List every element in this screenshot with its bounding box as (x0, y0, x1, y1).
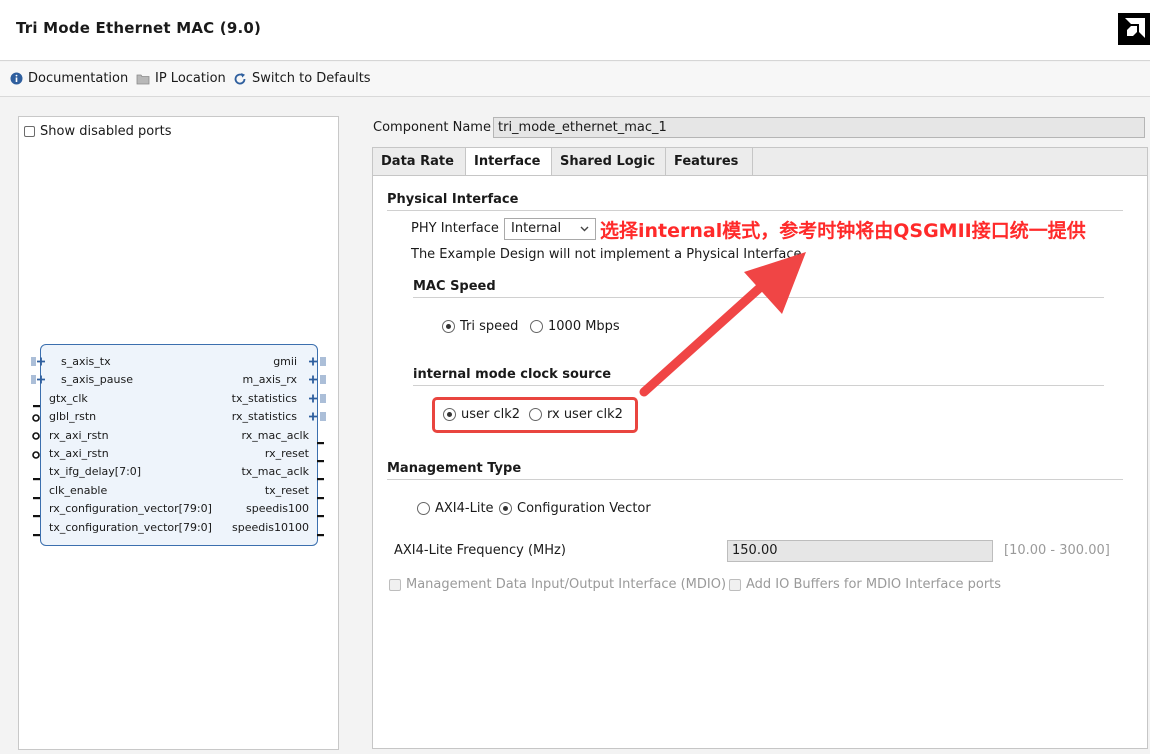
pin-line[interactable] (317, 452, 325, 467)
divider (387, 479, 1123, 480)
tab-bar: Data Rate Interface Shared Logic Feature… (372, 147, 1148, 176)
configuration-vector-label: Configuration Vector (517, 501, 651, 516)
tab-features[interactable]: Features (666, 148, 753, 175)
clock-source-title: internal mode clock source (413, 367, 612, 382)
radio-axi4-lite[interactable]: AXI4-Lite (417, 501, 494, 516)
title-bar: Tri Mode Ethernet MAC (9.0) (0, 0, 1150, 61)
bus-pin-icon[interactable] (307, 355, 329, 372)
mdio-label: Management Data Input/Output Interface (… (406, 577, 727, 592)
port-speedis100: speedis100 (245, 502, 309, 516)
documentation-label: Documentation (28, 71, 129, 86)
pin-line[interactable] (317, 526, 325, 541)
ip-block-symbol: s_axis_tx s_axis_pause gtx_clk glbl_rstn rx_… (30, 344, 326, 546)
inverted-pin-icon[interactable] (32, 430, 42, 445)
ip-location-label: IP Location (155, 71, 226, 86)
pin-line[interactable] (33, 526, 41, 541)
mdio-checkbox[interactable]: Management Data Input/Output Interface (… (389, 577, 726, 592)
tri-speed-label: Tri speed (460, 319, 519, 334)
port-tx-configuration-vector: tx_configuration_vector[79:0] (49, 520, 212, 534)
documentation-button[interactable]: Documentation (10, 71, 128, 86)
pin-line[interactable] (33, 397, 41, 412)
port-s-axis-pause: s_axis_pause (61, 373, 133, 387)
port-tx-statistics: tx_statistics (231, 391, 297, 405)
component-name-input[interactable]: tri_mode_ethernet_mac_1 (493, 117, 1145, 138)
toolbar: Documentation IP Location Switch to Defa… (0, 62, 1150, 97)
phy-interface-label: PHY Interface (411, 221, 499, 236)
pin-line[interactable] (317, 507, 325, 522)
checkbox-box[interactable] (389, 578, 401, 591)
port-m-axis-rx: m_axis_rx (242, 373, 298, 387)
refresh-icon (234, 72, 246, 84)
port-tx-ifg-delay: tx_ifg_delay[7:0] (49, 465, 142, 479)
port-gtx-clk: gtx_clk (49, 391, 88, 405)
chevron-down-icon (580, 226, 589, 232)
io-buffers-label: Add IO Buffers for MDIO Interface ports (746, 577, 1002, 592)
axi4-lite-frequency-label: AXI4-Lite Frequency (MHz) (394, 543, 566, 558)
axi4-lite-frequency-input[interactable]: 150.00 (727, 540, 993, 562)
tab-shared-logic[interactable]: Shared Logic (552, 148, 666, 175)
port-tx-reset: tx_reset (264, 483, 309, 497)
ip-location-button[interactable]: IP Location (136, 71, 226, 86)
axi4-lite-label: AXI4-Lite (435, 501, 494, 516)
port-rx-configuration-vector: rx_configuration_vector[79:0] (49, 502, 212, 516)
tab-data-rate[interactable]: Data Rate (373, 148, 466, 175)
radio-button[interactable] (442, 320, 455, 333)
radio-tri-speed[interactable]: Tri speed (442, 319, 518, 334)
info-icon (10, 72, 23, 85)
clock-source-highlight-box (432, 397, 638, 433)
io-buffers-checkbox[interactable]: Add IO Buffers for MDIO Interface ports (729, 577, 1001, 592)
port-glbl-rstn: glbl_rstn (49, 410, 97, 424)
port-rx-axi-rstn: rx_axi_rstn (49, 428, 109, 442)
inverted-pin-icon[interactable] (32, 449, 42, 464)
show-disabled-ports-label: Show disabled ports (40, 124, 172, 139)
radio-configuration-vector[interactable]: Configuration Vector (499, 501, 651, 516)
pin-line[interactable] (33, 489, 41, 504)
port-gmii: gmii (273, 355, 297, 368)
bus-pin-icon[interactable] (30, 373, 51, 390)
frequency-range: [10.00 - 300.00] (1004, 543, 1110, 558)
window-title: Tri Mode Ethernet MAC (9.0) (16, 19, 262, 37)
show-disabled-ports-checkbox[interactable]: Show disabled ports (24, 124, 171, 139)
radio-1000-mbps[interactable]: 1000 Mbps (530, 319, 620, 334)
bus-pin-icon[interactable] (307, 373, 329, 390)
switch-to-defaults-label: Switch to Defaults (252, 71, 371, 86)
bus-pin-icon[interactable] (307, 410, 329, 427)
checkbox-box[interactable] (729, 578, 741, 591)
port-s-axis-tx: s_axis_tx (61, 355, 111, 368)
radio-button[interactable] (499, 502, 512, 515)
divider (387, 210, 1123, 211)
pin-line[interactable] (317, 434, 325, 449)
radio-button[interactable] (417, 502, 430, 515)
mac-speed-title: MAC Speed (413, 279, 496, 294)
folder-icon (136, 74, 150, 84)
annotation-text: 选择internal模式，参考时钟将由QSGMII接口统一提供 (600, 220, 1086, 242)
checkbox-box[interactable] (24, 126, 35, 137)
port-tx-axi-rstn: tx_axi_rstn (49, 447, 109, 460)
management-type-title: Management Type (387, 461, 522, 476)
port-clk-enable: clk_enable (49, 483, 108, 497)
bus-pin-icon[interactable] (307, 392, 329, 409)
port-rx-reset: rx_reset (264, 447, 309, 460)
tab-interface[interactable]: Interface (466, 148, 552, 176)
phy-interface-value: Internal (511, 221, 562, 236)
component-name-label: Component Name (373, 120, 491, 135)
inverted-pin-icon[interactable] (32, 412, 42, 427)
switch-to-defaults-button[interactable]: Switch to Defaults (233, 71, 371, 86)
port-tx-mac-aclk: tx_mac_aclk (241, 465, 309, 479)
pin-line[interactable] (317, 489, 325, 504)
port-speedis10100: speedis10100 (231, 520, 309, 534)
port-rx-mac-aclk: rx_mac_aclk (241, 428, 309, 442)
pin-line[interactable] (317, 470, 325, 485)
annotation-arrow (639, 252, 806, 397)
radio-button[interactable] (530, 320, 543, 333)
pin-line[interactable] (33, 507, 41, 522)
port-rx-statistics: rx_statistics (231, 410, 297, 424)
1000-mbps-label: 1000 Mbps (548, 319, 620, 334)
pin-line[interactable] (33, 470, 41, 485)
phy-interface-select[interactable]: Internal (504, 218, 596, 240)
bus-pin-icon[interactable] (30, 355, 51, 372)
amd-logo (1118, 13, 1150, 45)
physical-interface-title: Physical Interface (387, 192, 519, 207)
